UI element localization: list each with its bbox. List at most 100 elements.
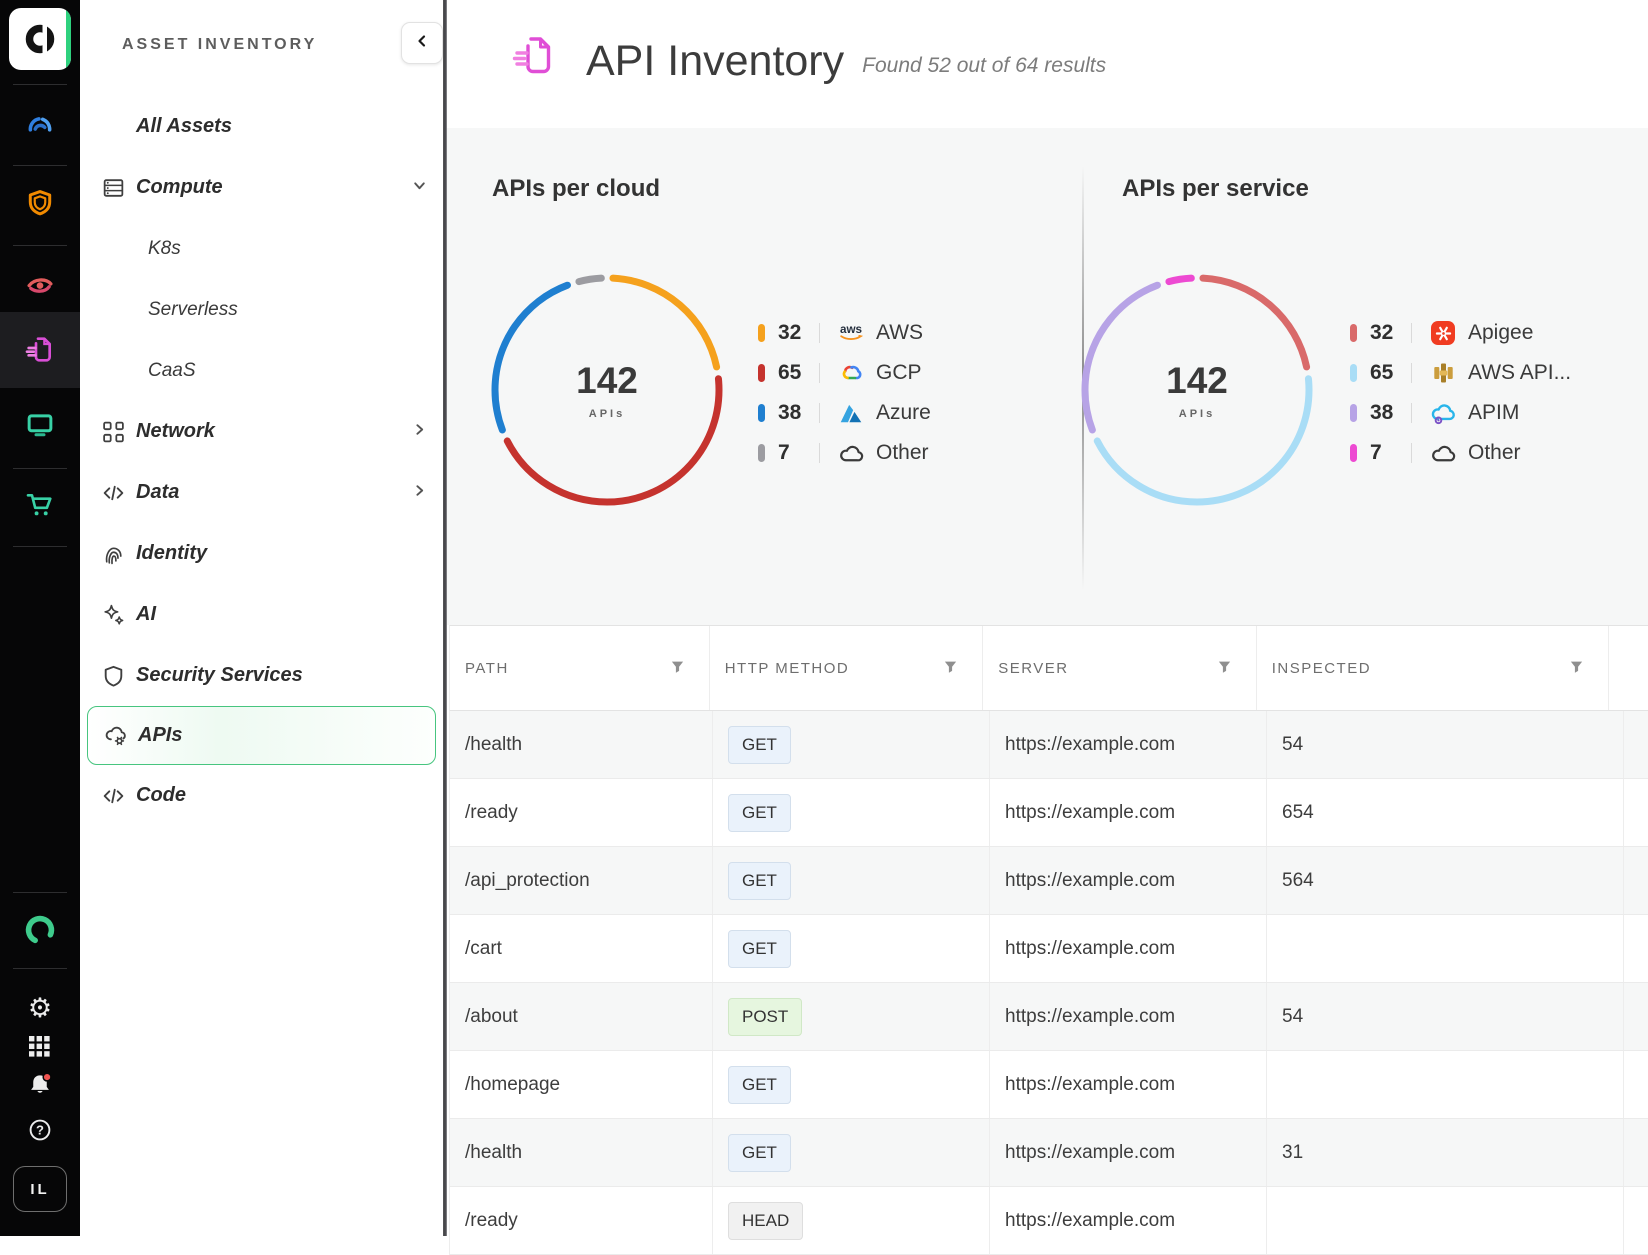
code-icon	[100, 782, 127, 809]
filter-funnel-icon[interactable]	[1569, 659, 1584, 678]
cell-path: /health	[465, 1142, 522, 1164]
visibility-eye-icon[interactable]	[0, 267, 80, 303]
column-header-label: HTTP METHOD	[725, 660, 850, 677]
sidebar-item-serverless[interactable]: Serverless	[80, 279, 443, 340]
shield-icon	[100, 662, 127, 689]
sidebar-item-k8s[interactable]: K8s	[80, 218, 443, 279]
sidebar-item-caas[interactable]: CaaS	[80, 340, 443, 401]
column-header-server[interactable]: SERVER	[983, 626, 1257, 710]
filter-funnel-icon[interactable]	[670, 659, 685, 678]
legend-color-tick	[758, 444, 765, 462]
column-header-path[interactable]: PATH	[450, 626, 710, 710]
sidebar-item-label: CaaS	[148, 360, 196, 382]
dashboard-gauge-icon[interactable]	[0, 107, 80, 143]
chart-legend-apis-per-service: 32Apigee65AWS API...38APIM7Other	[1350, 313, 1571, 473]
table-row[interactable]: /readyHEADhttps://example.com	[449, 1187, 1648, 1255]
cell-method-container: POST	[713, 983, 990, 1050]
sidebar-item-apis[interactable]: APIs	[87, 706, 436, 765]
legend-item-apim: 38APIM	[1350, 393, 1571, 433]
cell-method-container: GET	[713, 847, 990, 914]
filter-funnel-icon[interactable]	[1217, 659, 1232, 678]
sidebar-item-compute[interactable]: Compute	[80, 157, 443, 218]
table-row[interactable]: /cartGEThttps://example.com	[449, 915, 1648, 983]
cell-inspected-container	[1267, 915, 1624, 982]
network-icon	[100, 418, 127, 445]
help-icon[interactable]: ?	[0, 1112, 80, 1148]
legend-count: 7	[778, 441, 815, 465]
brand-logo[interactable]	[9, 8, 71, 70]
sidebar-item-identity[interactable]: Identity	[80, 523, 443, 584]
sidebar-item-code[interactable]: Code	[80, 765, 443, 826]
column-header-inspected[interactable]: INSPECTED	[1257, 626, 1609, 710]
page-title: API Inventory	[586, 38, 844, 85]
user-avatar[interactable]: IL	[13, 1166, 67, 1212]
status-ring-icon[interactable]	[0, 912, 80, 948]
chevron-right-icon[interactable]	[412, 422, 427, 442]
legend-count: 65	[1370, 361, 1407, 385]
table-row[interactable]: /homepageGEThttps://example.com	[449, 1051, 1648, 1119]
sidebar-item-security-services[interactable]: Security Services	[80, 645, 443, 706]
cell-server: https://example.com	[1005, 870, 1175, 892]
column-header-http-method[interactable]: HTTP METHOD	[710, 626, 984, 710]
legend-count: 32	[1370, 321, 1407, 345]
table-row[interactable]: /aboutPOSThttps://example.com54	[449, 983, 1648, 1051]
legend-count: 65	[778, 361, 815, 385]
cell-overflow	[1624, 1119, 1648, 1186]
cell-server: https://example.com	[1005, 734, 1175, 756]
sidebar: ASSET INVENTORY All Assets Compute K8s Serv…	[80, 0, 443, 1236]
table-row[interactable]: /api_protectionGET https://example.com 564	[449, 847, 1648, 915]
filter-funnel-icon[interactable]	[943, 659, 958, 678]
legend-color-tick	[758, 324, 765, 342]
sidebar-item-label: Network	[136, 420, 215, 443]
cell-inspected: 564	[1282, 870, 1314, 892]
http-method-badge: GET	[728, 726, 791, 764]
sidebar-item-label: K8s	[148, 238, 181, 260]
sidebar-item-network[interactable]: Network	[80, 401, 443, 462]
table-row[interactable]: /healthGEThttps://example.com54	[449, 711, 1648, 779]
azure-icon	[837, 399, 865, 427]
code-icon	[100, 479, 127, 506]
cell-path-container: /health	[450, 1119, 713, 1186]
cell-path-container: /ready	[450, 1187, 713, 1254]
chevron-down-icon[interactable]	[412, 178, 427, 198]
endpoints-monitor-icon[interactable]	[0, 407, 80, 443]
legend-color-tick	[758, 364, 765, 382]
cell-path-container: /api_protection	[450, 847, 713, 914]
table-row[interactable]: /readyGEThttps://example.com654	[449, 779, 1648, 847]
cell-inspected-container: 564	[1267, 847, 1624, 914]
sidebar-collapse-button[interactable]	[401, 22, 443, 64]
http-method-badge: GET	[728, 1134, 791, 1172]
security-shield-icon[interactable]	[0, 185, 80, 221]
legend-label: AWS API...	[1468, 361, 1571, 385]
legend-count: 7	[1370, 441, 1407, 465]
cell-inspected: 31	[1282, 1142, 1303, 1164]
cell-server: https://example.com	[1005, 1006, 1175, 1028]
legend-separator	[1411, 323, 1412, 343]
sidebar-item-all-assets[interactable]: All Assets	[80, 96, 443, 157]
chart-title-apis-per-cloud: APIs per cloud	[492, 175, 660, 203]
settings-gear-icon[interactable]: ⚙	[0, 990, 80, 1026]
sidebar-item-data[interactable]: Data	[80, 462, 443, 523]
donut-chart-apis-per-cloud: 142APIs	[487, 270, 727, 510]
chevron-right-icon[interactable]	[412, 483, 427, 503]
cloud-icon	[1429, 439, 1457, 467]
notifications-bell-icon[interactable]	[0, 1067, 80, 1103]
apps-grid-icon[interactable]	[0, 1029, 80, 1065]
legend-color-tick	[1350, 404, 1357, 422]
sidebar-item-ai[interactable]: AI	[80, 584, 443, 645]
marketplace-cart-icon[interactable]	[0, 487, 80, 523]
sidebar-item-label: Security Services	[136, 664, 303, 687]
cell-inspected-container	[1267, 1187, 1624, 1254]
legend-color-tick	[758, 404, 765, 422]
http-method-badge: POST	[728, 998, 802, 1036]
legend-item-other: 7Other	[1350, 433, 1571, 473]
api-inventory-rail-icon[interactable]	[0, 332, 80, 368]
api-inventory-icon	[510, 32, 558, 85]
sidebar-item-label: Compute	[136, 176, 223, 199]
legend-separator	[819, 363, 820, 383]
column-header-overflow	[1609, 626, 1648, 710]
sidebar-title: ASSET INVENTORY	[122, 36, 317, 54]
table-row[interactable]: /healthGEThttps://example.com31	[449, 1119, 1648, 1187]
legend-color-tick	[1350, 364, 1357, 382]
legend-label: Other	[876, 441, 929, 465]
